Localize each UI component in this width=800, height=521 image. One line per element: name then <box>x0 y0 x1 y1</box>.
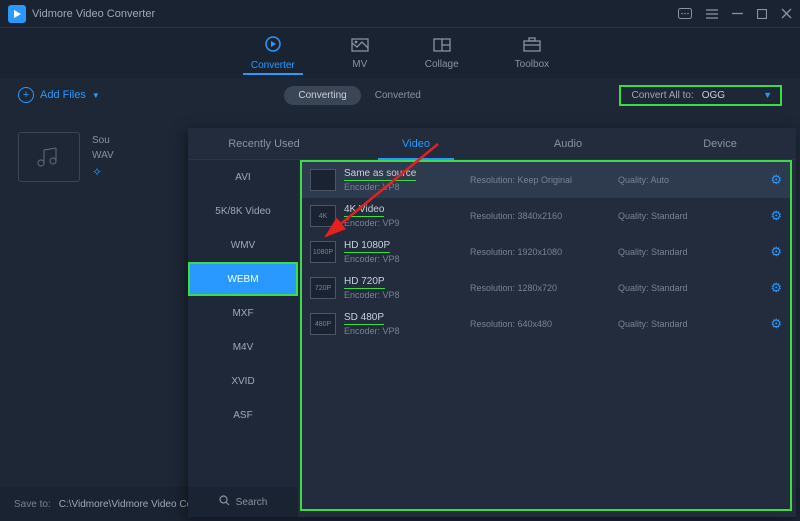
popup-tab-recent[interactable]: Recently Used <box>188 128 340 159</box>
maximize-button[interactable] <box>757 9 767 19</box>
gear-icon[interactable]: ⚙ <box>770 316 782 332</box>
minimize-button[interactable] <box>732 8 743 19</box>
preset-same-as-source[interactable]: Same as source Encoder: VP8 Resolution: … <box>302 162 790 198</box>
popup-tab-device[interactable]: Device <box>644 128 796 159</box>
sidebar-item-avi[interactable]: AVI <box>188 160 298 194</box>
format-popup: Recently Used Video Audio Device AVI 5K/… <box>188 128 796 517</box>
sidebar-item-mxf[interactable]: MXF <box>188 296 298 330</box>
action-bar: + Add Files ▼ Converting Converted Conve… <box>0 78 800 112</box>
format-label: WAV <box>92 150 114 161</box>
preset-icon: 480P <box>310 313 336 335</box>
titlebar: Vidmore Video Converter <box>0 0 800 28</box>
sidebar-item-xvid[interactable]: XVID <box>188 364 298 398</box>
source-label: Sou <box>92 135 114 146</box>
preset-icon: 1080P <box>310 241 336 263</box>
content-area: Sou WAV ✧ Recently Used Video Audio Devi… <box>0 112 800 487</box>
preset-720p[interactable]: 720P HD 720P Encoder: VP8 Resolution: 12… <box>302 270 790 306</box>
preset-icon: 720P <box>310 277 336 299</box>
nav-toolbox[interactable]: Toolbox <box>507 33 557 74</box>
preset-icon <box>310 169 336 191</box>
save-to-label: Save to: <box>14 499 51 510</box>
nav-collage[interactable]: Collage <box>417 33 467 74</box>
collage-icon <box>433 37 451 57</box>
app-title: Vidmore Video Converter <box>32 8 155 20</box>
preset-1080p[interactable]: 1080P HD 1080P Encoder: VP8 Resolution: … <box>302 234 790 270</box>
tab-converted[interactable]: Converted <box>361 86 435 105</box>
gear-icon[interactable]: ⚙ <box>770 244 782 260</box>
top-nav: Converter MV Collage Toolbox <box>0 28 800 78</box>
convert-all-to-dropdown[interactable]: Convert All to: OGG ▼ <box>619 85 782 106</box>
plus-icon: + <box>18 87 34 103</box>
edit-icon[interactable]: ✧ <box>92 165 102 179</box>
sidebar-item-asf[interactable]: ASF <box>188 398 298 432</box>
sidebar-item-5k8k[interactable]: 5K/8K Video <box>188 194 298 228</box>
popup-tab-video[interactable]: Video <box>340 128 492 159</box>
sidebar-item-wmv[interactable]: WMV <box>188 228 298 262</box>
gear-icon[interactable]: ⚙ <box>770 280 782 296</box>
gear-icon[interactable]: ⚙ <box>770 208 782 224</box>
feedback-icon[interactable] <box>678 8 692 19</box>
app-logo <box>8 5 26 23</box>
sidebar-item-m4v[interactable]: M4V <box>188 330 298 364</box>
converter-icon <box>264 35 282 58</box>
search-icon <box>219 495 230 509</box>
gear-icon[interactable]: ⚙ <box>770 172 782 188</box>
preset-icon: 4K <box>310 205 336 227</box>
toolbox-icon <box>523 37 541 57</box>
mv-icon <box>351 37 369 57</box>
preset-480p[interactable]: 480P SD 480P Encoder: VP8 Resolution: 64… <box>302 306 790 342</box>
file-row: Sou WAV ✧ <box>18 132 114 182</box>
tab-converting[interactable]: Converting <box>284 86 360 105</box>
menu-icon[interactable] <box>706 9 718 19</box>
close-button[interactable] <box>781 8 792 19</box>
chevron-down-icon: ▼ <box>763 90 772 100</box>
add-files-button[interactable]: + Add Files ▼ <box>18 87 100 103</box>
preset-list: Same as source Encoder: VP8 Resolution: … <box>300 160 792 511</box>
nav-mv[interactable]: MV <box>343 33 377 74</box>
popup-tab-audio[interactable]: Audio <box>492 128 644 159</box>
preset-4k[interactable]: 4K 4K Video Encoder: VP9 Resolution: 384… <box>302 198 790 234</box>
nav-converter[interactable]: Converter <box>243 31 303 75</box>
chevron-down-icon: ▼ <box>92 91 100 100</box>
audio-thumbnail <box>18 132 80 182</box>
format-sidebar: AVI 5K/8K Video WMV WEBM MXF M4V XVID AS… <box>188 160 298 517</box>
sidebar-item-webm[interactable]: WEBM <box>188 262 298 296</box>
sidebar-search[interactable]: Search <box>188 487 298 517</box>
